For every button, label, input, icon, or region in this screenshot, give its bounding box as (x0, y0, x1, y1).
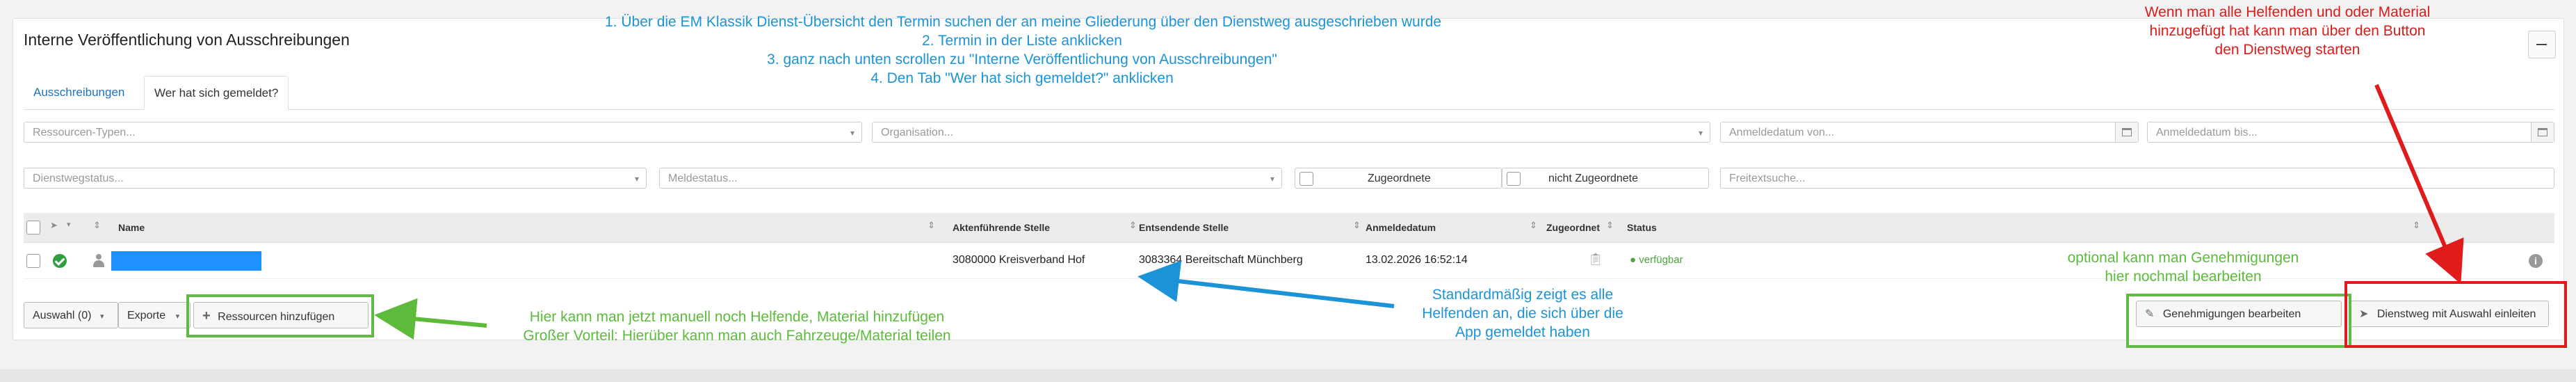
arrow-red (2374, 83, 2464, 285)
arrow-blue (1137, 260, 1395, 308)
annotation-red-line-3: den Dienstweg starten (2214, 42, 2360, 58)
annotation-blue-line-1: Standardmäßig zeigt es alle (1432, 287, 1614, 303)
annotation-red-line-2: hinzugefügt hat kann man über den Button (2149, 23, 2426, 39)
annotation-blue-line-2: Helfenden an, die sich über die (1422, 305, 1623, 321)
annotation-steps: 1. Über die EM Klassik Dienst-Übersicht … (605, 13, 1442, 88)
annotation-step-4: 4. Den Tab "Wer hat sich gemeldet?" ankl… (870, 70, 1174, 86)
screenshot-stage: Interne Veröffentlichung von Ausschreibu… (0, 0, 2576, 382)
annotation-green-left-line-1: Hier kann man jetzt manuell noch Helfend… (529, 309, 945, 325)
annotation-step-2: 2. Termin in der Liste anklicken (922, 33, 1122, 49)
annotation-step-3: 3. ganz nach unten scrollen zu "Interne … (767, 51, 1277, 67)
annotation-blue-note: Standardmäßig zeigt es alle Helfenden an… (1380, 285, 1665, 342)
annotation-green-left-line-2: Großer Vorteil: Hierüber kann man auch F… (523, 328, 951, 344)
annotation-red-note: Wenn man alle Helfenden und oder Materia… (2107, 3, 2468, 59)
annotation-step-1: 1. Über die EM Klassik Dienst-Übersicht … (605, 14, 1442, 30)
annotation-green-right-line-1: optional kann man Genehmigungen (2067, 250, 2299, 266)
annotation-red-line-1: Wenn man alle Helfenden und oder Materia… (2144, 4, 2431, 20)
arrow-green (374, 298, 487, 340)
annotation-green-right-line-2: hier nochmal bearbeiten (2105, 269, 2262, 285)
annotation-green-left: Hier kann man jetzt manuell noch Helfend… (487, 308, 987, 345)
annotation-blue-line-3: App gemeldet haben (1455, 324, 1590, 340)
annotation-green-right: optional kann man Genehmigungen hier noc… (2044, 248, 2322, 286)
